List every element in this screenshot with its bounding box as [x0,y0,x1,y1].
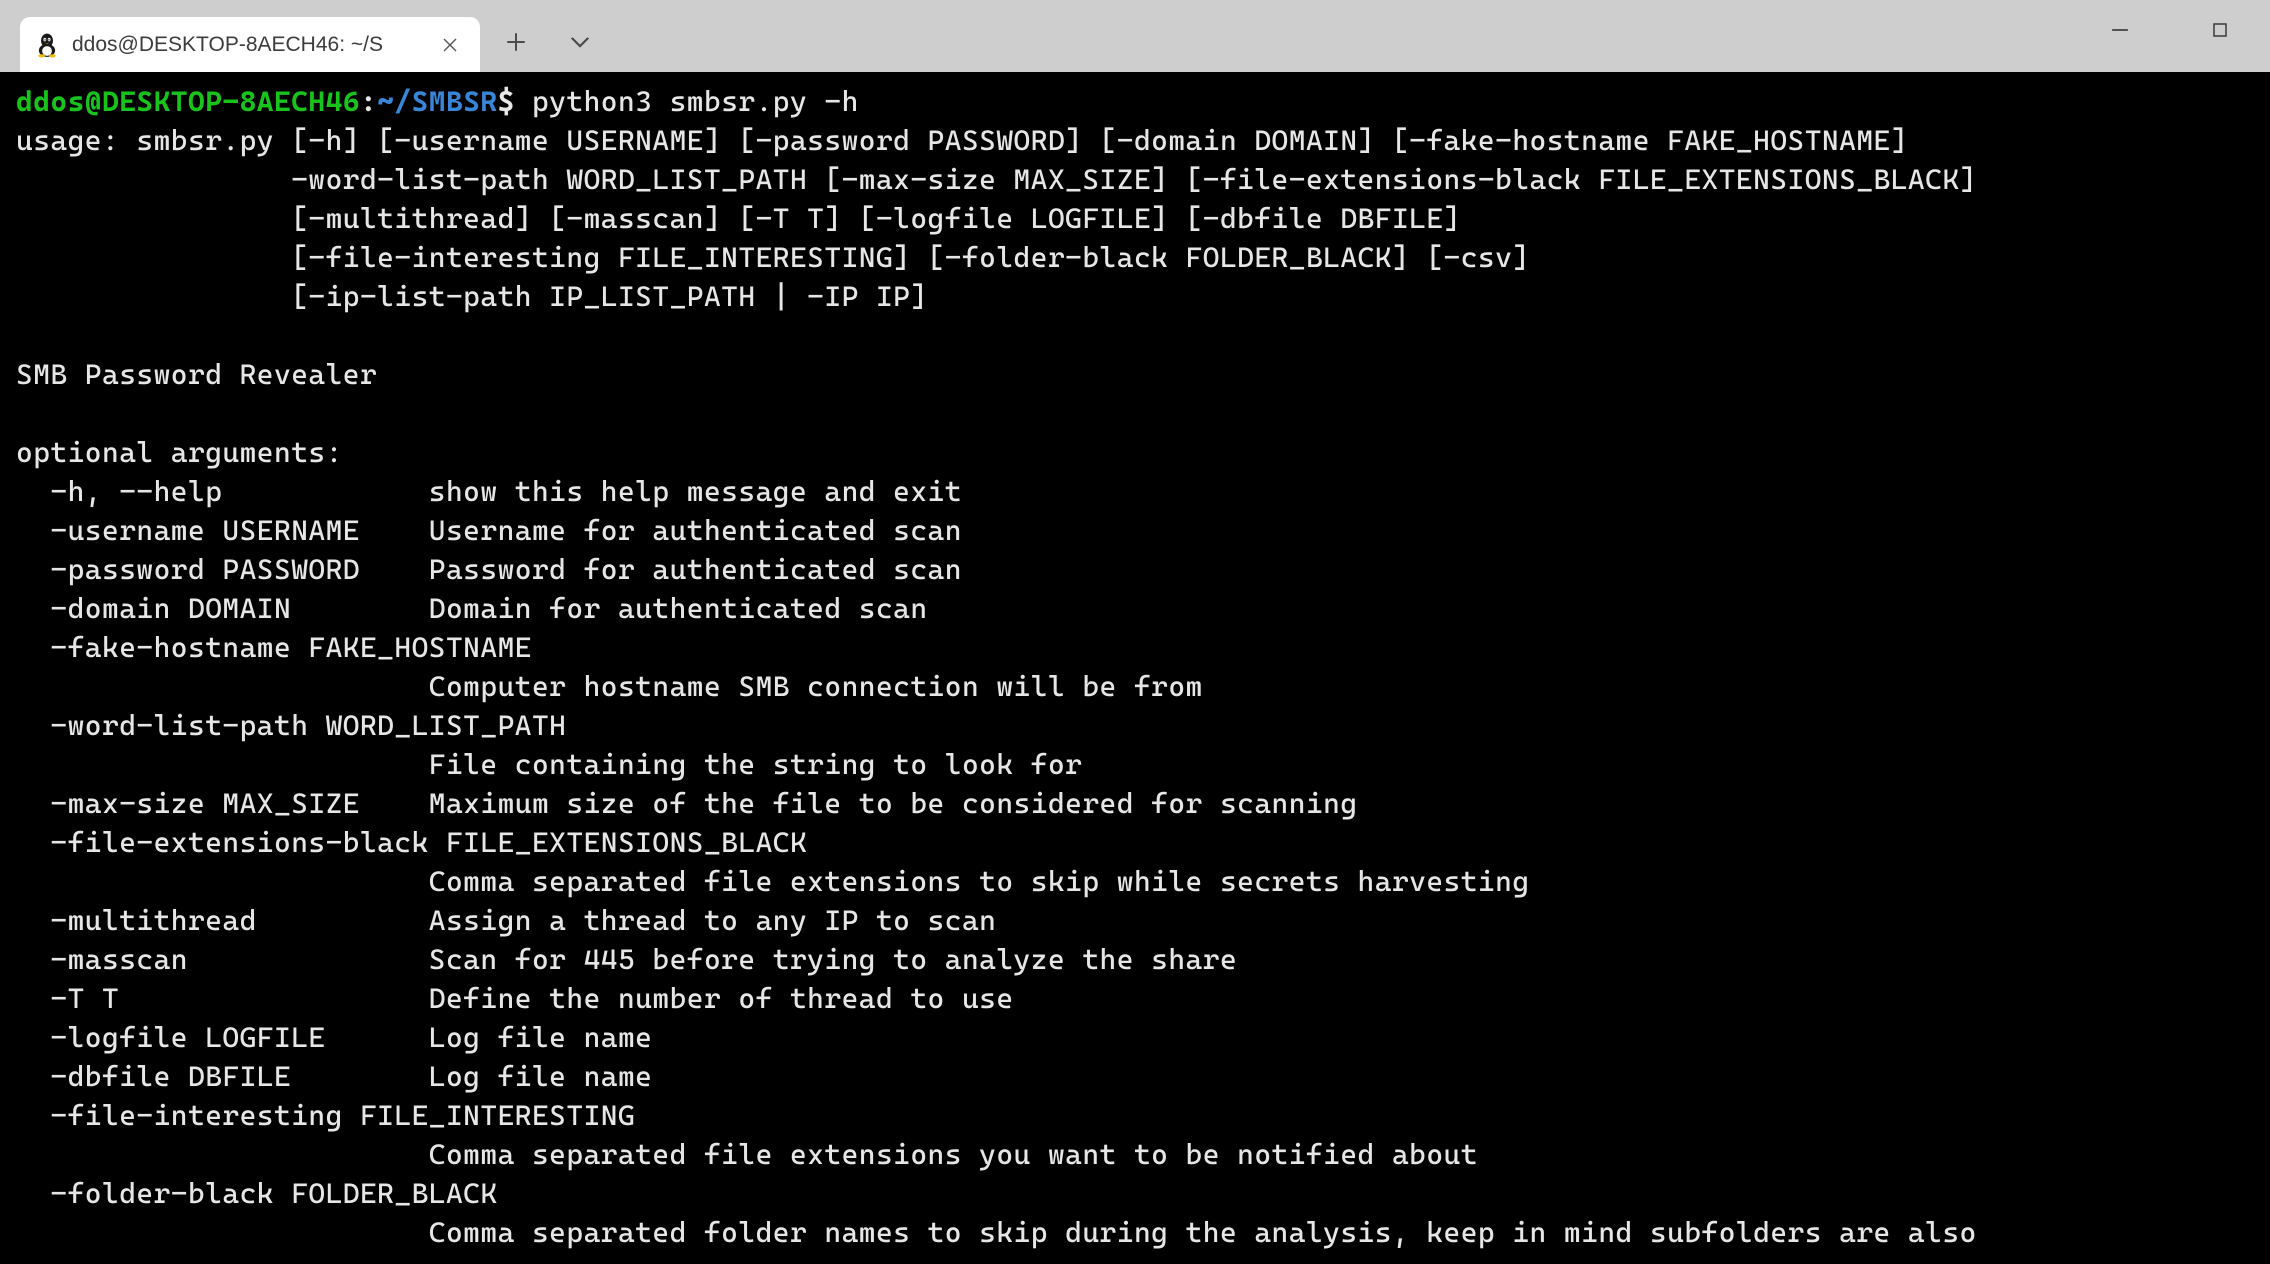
terminal-output[interactable]: ddos@DESKTOP-8AECH46:~/SMBSR$ python3 sm… [0,72,2270,1262]
output-line: File containing the string to look for [16,748,1082,781]
output-line: usage: smbsr.py [-h] [-username USERNAME… [16,124,1908,157]
close-icon [442,37,458,53]
prompt-slash: / [394,85,411,118]
minimize-icon [2111,21,2129,39]
output-line: optional arguments: [16,436,343,469]
output-line: Comma separated file extensions you want… [16,1138,1478,1171]
output-line: [-ip-list-path IP_LIST_PATH | -IP IP] [16,280,928,313]
output-line: -username USERNAME Username for authenti… [16,514,962,547]
output-line: -password PASSWORD Password for authenti… [16,553,962,586]
tux-penguin-icon [34,32,60,58]
output-line: -file-extensions-black FILE_EXTENSIONS_B… [16,826,807,859]
output-line: Comma separated file extensions to skip … [16,865,1530,898]
terminal-tab[interactable]: ddos@DESKTOP-8AECH46: ~/S [20,17,480,72]
plus-icon [506,32,526,52]
output-line: -h, --help show this help message and ex… [16,475,962,508]
chevron-down-icon [569,31,591,53]
output-line: -logfile LOGFILE Log file name [16,1021,652,1054]
window-maximize-button[interactable] [2170,0,2270,60]
output-line: -folder-black FOLDER_BLACK [16,1177,498,1210]
output-line: -max-size MAX_SIZE Maximum size of the f… [16,787,1358,820]
output-line: [-multithread] [-masscan] [-T T] [-logfi… [16,202,1461,235]
output-line: -T T Define the number of thread to use [16,982,1014,1015]
window-controls [2070,0,2270,60]
window-titlebar: ddos@DESKTOP-8AECH46: ~/S [0,0,2270,72]
output-line: Computer hostname SMB connection will be… [16,670,1203,703]
prompt-path: SMBSR [412,85,498,118]
output-line: -multithread Assign a thread to any IP t… [16,904,996,937]
prompt-user-host: ddos@DESKTOP-8AECH46 [16,85,360,118]
output-line: [-file-interesting FILE_INTERESTING] [-f… [16,241,1530,274]
prompt-colon: : [360,85,377,118]
output-line: SMB Password Revealer [16,358,377,391]
maximize-icon [2212,22,2228,38]
tab-actions [498,24,598,60]
output-line: -word-list-path WORD_LIST_PATH [16,709,566,742]
new-tab-button[interactable] [498,24,534,60]
output-line: -word-list-path WORD_LIST_PATH [-max-siz… [16,163,1977,196]
tab-dropdown-button[interactable] [562,24,598,60]
tab-title: ddos@DESKTOP-8AECH46: ~/S [72,33,426,57]
prompt-tilde: ~ [377,85,394,118]
prompt-dollar: $ [498,85,515,118]
output-line: -dbfile DBFILE Log file name [16,1060,652,1093]
command-text: python3 smbsr.py -h [532,85,859,118]
tab-close-button[interactable] [438,33,462,57]
output-line: -file-interesting FILE_INTERESTING [16,1099,635,1132]
output-line: -domain DOMAIN Domain for authenticated … [16,592,928,625]
output-line: -masscan Scan for 445 before trying to a… [16,943,1237,976]
window-minimize-button[interactable] [2070,0,2170,60]
output-line: Comma separated folder names to skip dur… [16,1216,1977,1249]
output-line: -fake-hostname FAKE_HOSTNAME [16,631,532,664]
